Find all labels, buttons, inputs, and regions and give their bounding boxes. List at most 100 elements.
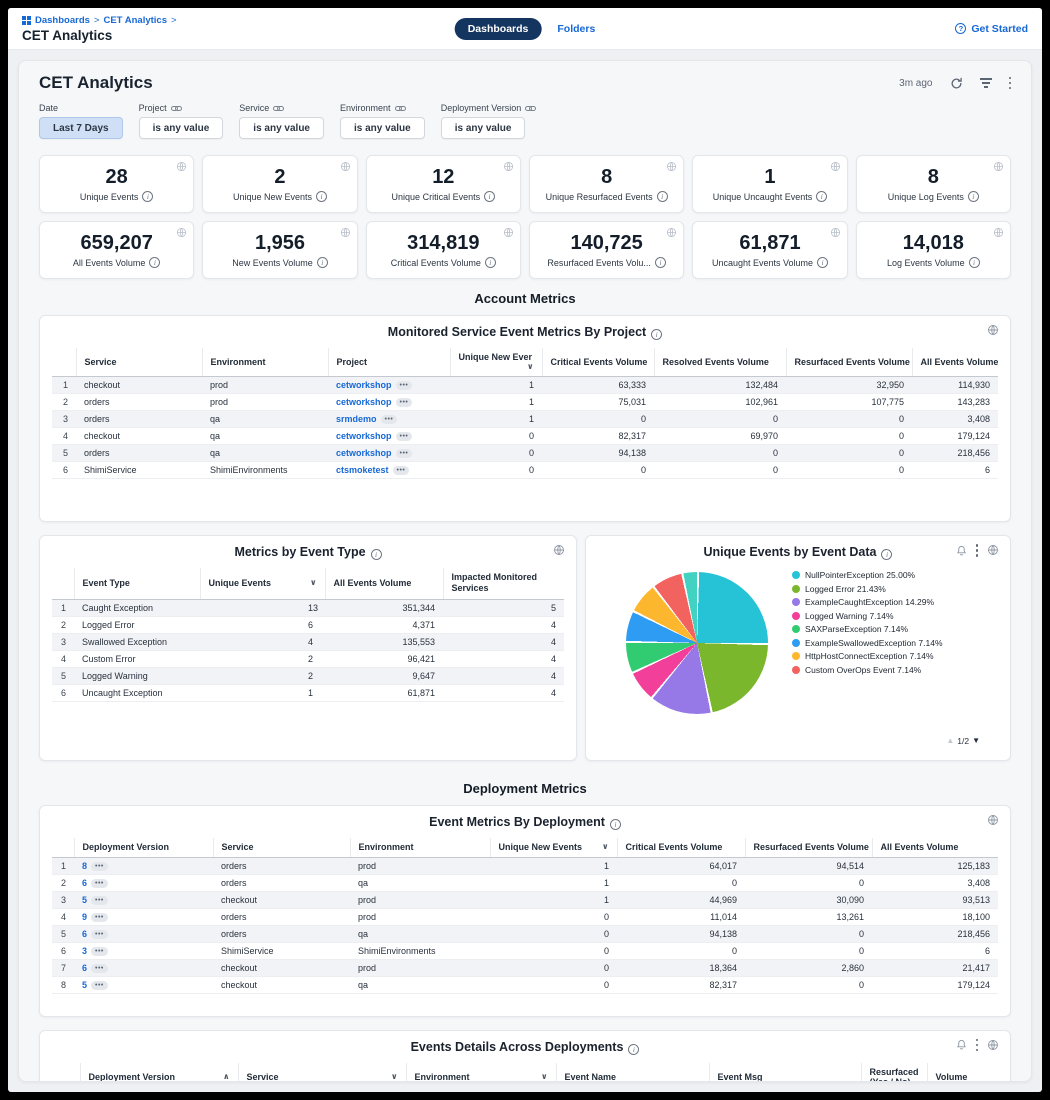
more-icon[interactable] <box>396 449 413 458</box>
info-icon[interactable] <box>816 191 827 202</box>
more-icon[interactable] <box>91 964 108 973</box>
legend-item[interactable]: Logged Warning 7.14% <box>792 611 967 622</box>
legend-page-down-icon[interactable]: ▼ <box>972 736 980 745</box>
globe-icon[interactable] <box>987 814 999 826</box>
table-row[interactable]: 8 5 checkout qa 0 82,317 0 179,124 <box>52 976 998 993</box>
info-icon[interactable] <box>881 549 892 560</box>
globe-icon[interactable] <box>987 1039 999 1051</box>
col-event-msg[interactable]: Event Msg <box>709 1063 861 1082</box>
more-options-button[interactable] <box>1009 77 1012 90</box>
more-icon[interactable] <box>91 913 108 922</box>
bell-icon[interactable] <box>956 545 967 556</box>
deployment-version-link[interactable]: 6 <box>82 878 87 888</box>
project-link[interactable]: cetworkshop <box>336 448 392 458</box>
col-service[interactable]: Service <box>76 348 202 377</box>
col-deployment-version[interactable]: Deployment Version <box>74 838 213 858</box>
info-icon[interactable] <box>149 257 160 268</box>
col-environment[interactable]: Environment <box>350 838 490 858</box>
col-resurfaced-events-volume[interactable]: Resurfaced Events Volume <box>745 838 872 858</box>
col-volume[interactable]: Volume <box>927 1063 998 1082</box>
col-critical-events-volume[interactable]: Critical Events Volume <box>542 348 654 377</box>
legend-item[interactable]: ExampleCaughtException 14.29% <box>792 597 967 608</box>
globe-icon[interactable] <box>553 544 565 556</box>
tab-folders[interactable]: Folders <box>557 23 595 35</box>
breadcrumb-cet-analytics[interactable]: CET Analytics <box>103 15 176 26</box>
legend-item[interactable]: HttpHostConnectException 7.14% <box>792 651 967 662</box>
col-environment[interactable]: Environment <box>202 348 328 377</box>
metric-card[interactable]: 8 Unique Log Events <box>856 155 1011 213</box>
metric-card[interactable]: 140,725 Resurfaced Events Volu... <box>529 221 684 279</box>
kebab-icon[interactable] <box>976 544 979 557</box>
col-resurfaced[interactable]: Resurfaced (Yes / No) <box>861 1063 927 1082</box>
col-service[interactable]: Service <box>238 1063 406 1082</box>
more-icon[interactable] <box>381 415 398 424</box>
deployment-version-link[interactable]: 8 <box>82 861 87 871</box>
col-project[interactable]: Project <box>328 348 450 377</box>
table-row[interactable]: 1 checkout prod cetworkshop 1 63,333 132… <box>52 377 998 394</box>
legend-page-up-icon[interactable]: ▲ <box>946 736 954 745</box>
info-icon[interactable] <box>655 257 666 268</box>
col-event-name[interactable]: Event Name <box>556 1063 709 1082</box>
table-row[interactable]: 4 Custom Error 2 96,421 4 <box>52 650 564 667</box>
more-icon[interactable] <box>396 381 413 390</box>
table-row[interactable]: 6 ShimiService ShimiEnvironments ctsmoke… <box>52 462 998 479</box>
breadcrumb-dashboards[interactable]: Dashboards <box>35 15 99 26</box>
info-icon[interactable] <box>316 191 327 202</box>
metric-card[interactable]: 2 Unique New Events <box>202 155 357 213</box>
info-icon[interactable] <box>142 191 153 202</box>
info-icon[interactable] <box>968 191 979 202</box>
table-row[interactable]: 3 Swallowed Exception 4 135,553 4 <box>52 633 564 650</box>
info-icon[interactable] <box>610 819 621 830</box>
bell-icon[interactable] <box>956 1039 967 1050</box>
col-all-events-volume[interactable]: All Events Volume <box>912 348 998 377</box>
metric-card[interactable]: 28 Unique Events <box>39 155 194 213</box>
globe-icon[interactable] <box>987 324 999 336</box>
table-row[interactable]: 3 5 checkout prod 1 44,969 30,090 93,513 <box>52 891 998 908</box>
more-icon[interactable] <box>91 862 108 871</box>
info-icon[interactable] <box>317 257 328 268</box>
deployment-version-link[interactable]: 5 <box>82 895 87 905</box>
legend-item[interactable]: Logged Error 21.43% <box>792 584 967 595</box>
col-resolved-events-volume[interactable]: Resolved Events Volume <box>654 348 786 377</box>
table-row[interactable]: 5 6 orders qa 0 94,138 0 218,456 <box>52 925 998 942</box>
deployment-version-link[interactable]: 9 <box>82 912 87 922</box>
more-icon[interactable] <box>396 432 413 441</box>
table-row[interactable]: 1 Caught Exception 13 351,344 5 <box>52 599 564 616</box>
table-row[interactable]: 6 3 ShimiService ShimiEnvironments 0 0 0… <box>52 942 998 959</box>
project-filter-button[interactable]: is any value <box>139 117 224 139</box>
info-icon[interactable] <box>371 549 382 560</box>
col-event-type[interactable]: Event Type <box>74 568 200 599</box>
project-link[interactable]: cetworkshop <box>336 431 392 441</box>
more-icon[interactable] <box>91 947 108 956</box>
col-critical-events-volume[interactable]: Critical Events Volume <box>617 838 745 858</box>
pie-chart[interactable] <box>626 572 768 714</box>
deployment-version-filter-button[interactable]: is any value <box>441 117 526 139</box>
info-icon[interactable] <box>969 257 980 268</box>
col-unique-new-events[interactable]: Unique New Events <box>490 838 617 858</box>
service-filter-button[interactable]: is any value <box>239 117 324 139</box>
col-environment[interactable]: Environment <box>406 1063 556 1082</box>
refresh-button[interactable] <box>950 77 963 90</box>
col-impacted-services[interactable]: Impacted Monitored Services <box>443 568 564 599</box>
globe-icon[interactable] <box>987 544 999 556</box>
project-link[interactable]: cetworkshop <box>336 380 392 390</box>
table-row[interactable]: 4 9 orders prod 0 11,014 13,261 18,100 <box>52 908 998 925</box>
project-link[interactable]: ctsmoketest <box>336 465 389 475</box>
date-filter-button[interactable]: Last 7 Days <box>39 117 123 139</box>
more-icon[interactable] <box>91 930 108 939</box>
project-link[interactable]: cetworkshop <box>336 397 392 407</box>
metric-card[interactable]: 314,819 Critical Events Volume <box>366 221 521 279</box>
more-icon[interactable] <box>396 398 413 407</box>
get-started-link[interactable]: Get Started <box>955 23 1028 35</box>
table-row[interactable]: 2 6 orders qa 1 0 0 3,408 <box>52 874 998 891</box>
col-all-events-volume[interactable]: All Events Volume <box>872 838 998 858</box>
table-row[interactable]: 3 orders qa srmdemo 1 0 0 0 3,408 <box>52 411 998 428</box>
table-row[interactable]: 6 Uncaught Exception 1 61,871 4 <box>52 684 564 701</box>
metric-card[interactable]: 659,207 All Events Volume <box>39 221 194 279</box>
table-row[interactable]: 2 orders prod cetworkshop 1 75,031 102,9… <box>52 394 998 411</box>
deployment-version-link[interactable]: 6 <box>82 929 87 939</box>
more-icon[interactable] <box>91 896 108 905</box>
deployment-version-link[interactable]: 3 <box>82 946 87 956</box>
table-row[interactable]: 2 Logged Error 6 4,371 4 <box>52 616 564 633</box>
legend-item[interactable]: ExampleSwallowedException 7.14% <box>792 638 967 649</box>
